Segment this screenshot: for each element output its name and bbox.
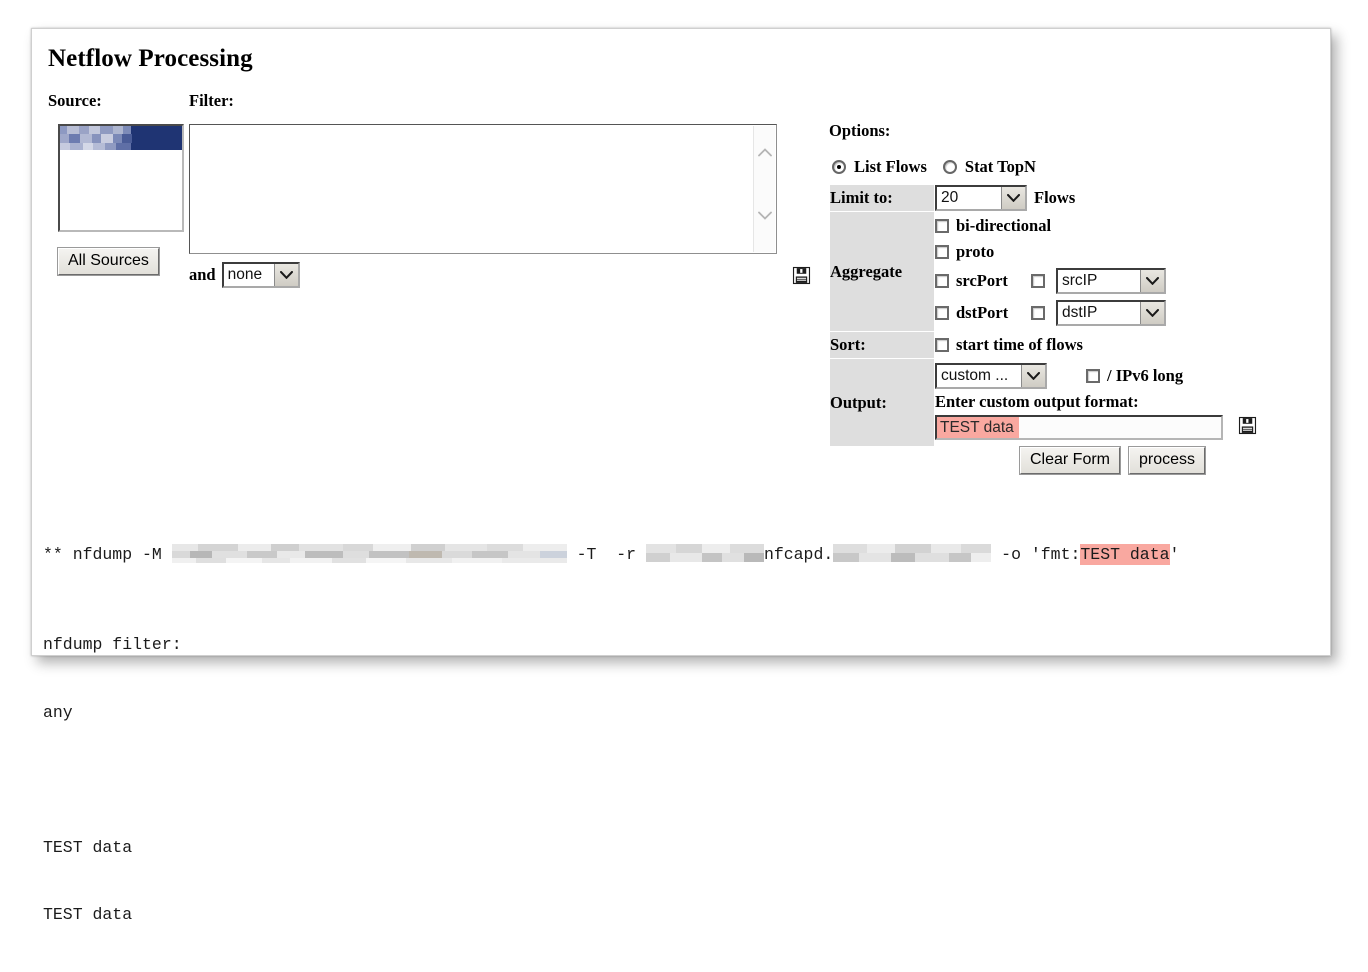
sort-label-cell: Sort:: [829, 331, 935, 359]
source-listbox-selected-item[interactable]: [60, 126, 182, 150]
console-cmd-prefix: ** nfdump -M: [43, 545, 172, 564]
chevron-down-icon: [1140, 270, 1164, 292]
custom-output-value: TEST data: [937, 417, 1019, 438]
output-format-select[interactable]: custom ...: [935, 363, 1047, 389]
checkbox-ipv6-long[interactable]: [1086, 369, 1100, 383]
checkbox-dst-ip[interactable]: [1031, 306, 1045, 320]
all-sources-button[interactable]: All Sources: [57, 247, 160, 276]
process-button[interactable]: process: [1128, 446, 1207, 475]
chevron-down-icon: [1001, 187, 1025, 209]
sort-row: Sort: start time of flows: [829, 331, 1258, 359]
console-filter-value: any: [43, 702, 73, 722]
console-filter-label: nfdump filter:: [43, 635, 182, 654]
console-output-tail: ': [1169, 545, 1180, 564]
aggregate-row: Aggregate bi-directional proto srcPort s…: [829, 211, 1258, 332]
output-mode-radio-group: List Flows Stat TopN: [832, 157, 1036, 177]
output-value-cell: custom ... / IPv6 long Enter custom outp…: [934, 358, 1258, 447]
save-output-format-icon[interactable]: [1238, 416, 1257, 440]
limit-unit-label: Flows: [1034, 188, 1076, 207]
redacted-path-2: [645, 544, 764, 563]
checkbox-bi-directional-label: bi-directional: [956, 216, 1052, 235]
limit-value-cell: 20 Flows: [934, 184, 1258, 212]
dst-ip-select[interactable]: dstIP: [1056, 300, 1166, 326]
output-label-cell: Output:: [829, 358, 935, 447]
console-command-line: ** nfdump -M -T -r nfcapd. -o 'fmt:TEST …: [43, 544, 1321, 567]
form-actions: Clear Form process: [1018, 446, 1207, 475]
custom-output-input[interactable]: TEST data: [935, 415, 1223, 440]
checkbox-src-port[interactable]: [935, 274, 949, 288]
checkbox-proto[interactable]: [935, 245, 949, 259]
limit-select[interactable]: 20: [935, 185, 1027, 211]
filter-textarea[interactable]: [189, 124, 777, 254]
checkbox-ipv6-long-label: / IPv6 long: [1107, 366, 1184, 385]
redacted-path-1: [171, 544, 567, 563]
custom-output-prompt: Enter custom output format:: [935, 392, 1139, 411]
console-result-line-2: TEST data: [43, 905, 133, 924]
checkbox-proto-label: proto: [956, 242, 995, 261]
aggregate-label-cell: Aggregate: [829, 211, 935, 332]
checkbox-src-port-label: srcPort: [956, 271, 1008, 290]
checkbox-dst-port-label: dstPort: [956, 303, 1009, 322]
chevron-up-icon[interactable]: [757, 148, 772, 157]
console-output: ** nfdump -M -T -r nfcapd. -o 'fmt:TEST …: [43, 499, 1321, 972]
saved-filter-select[interactable]: none: [221, 262, 300, 288]
custom-output-row: TEST data: [935, 415, 1257, 440]
radio-list-flows-label: List Flows: [854, 157, 927, 176]
console-output-value: TEST data: [1080, 544, 1170, 565]
output-format-row: custom ... / IPv6 long: [935, 363, 1257, 389]
sort-value-cell: start time of flows: [934, 331, 1258, 359]
checkbox-bi-directional[interactable]: [935, 219, 949, 233]
options-label: Options:: [829, 121, 891, 140]
aggregate-bidirectional-row: bi-directional: [935, 216, 1257, 236]
radio-stat-topn-label: Stat TopN: [964, 157, 1036, 176]
checkbox-start-time[interactable]: [935, 338, 949, 352]
aggregate-proto-row: proto: [935, 242, 1257, 262]
chevron-down-icon: [1021, 365, 1045, 387]
radio-list-flows[interactable]: [832, 160, 846, 174]
filter-scrollbar[interactable]: [753, 126, 775, 252]
console-nfcapd-text: nfcapd.: [763, 545, 834, 564]
output-row: Output: custom ... / IPv6 long Enter cus…: [829, 358, 1258, 447]
checkbox-dst-port[interactable]: [935, 306, 949, 320]
filter-combine-row: and none: [189, 262, 300, 288]
aggregate-src-row: srcPort srcIP: [935, 268, 1257, 294]
console-result-line-1: TEST data: [43, 837, 133, 857]
redacted-filename: [833, 544, 992, 563]
page-title: Netflow Processing: [48, 45, 253, 72]
checkbox-src-ip[interactable]: [1031, 274, 1045, 288]
source-label: Source:: [48, 91, 102, 110]
save-filter-icon[interactable]: [792, 266, 811, 290]
and-label: and: [189, 265, 216, 284]
options-table: Limit to: 20 Flows Aggregate bi-directio…: [829, 184, 1258, 447]
source-listbox[interactable]: [58, 124, 184, 232]
checkbox-start-time-label: start time of flows: [956, 335, 1083, 354]
chevron-down-icon: [1140, 302, 1164, 324]
aggregate-value-cell: bi-directional proto srcPort srcIP dstPo…: [934, 211, 1258, 332]
aggregate-dst-row: dstPort dstIP: [935, 300, 1257, 326]
limit-label-cell: Limit to:: [829, 184, 935, 212]
console-cmd-mid: -T -r: [566, 545, 646, 564]
filter-label: Filter:: [189, 91, 234, 110]
chevron-down-icon: [273, 264, 298, 286]
src-ip-select[interactable]: srcIP: [1056, 268, 1166, 294]
clear-form-button[interactable]: Clear Form: [1018, 446, 1122, 475]
redacted-source-name: [60, 126, 182, 150]
radio-stat-topn[interactable]: [942, 160, 957, 174]
netflow-processing-panel: Netflow Processing Source: All Sources F…: [31, 28, 1331, 924]
console-output-flag: -o 'fmt:: [991, 545, 1081, 564]
chevron-down-icon[interactable]: [757, 211, 772, 220]
limit-row: Limit to: 20 Flows: [829, 184, 1258, 212]
